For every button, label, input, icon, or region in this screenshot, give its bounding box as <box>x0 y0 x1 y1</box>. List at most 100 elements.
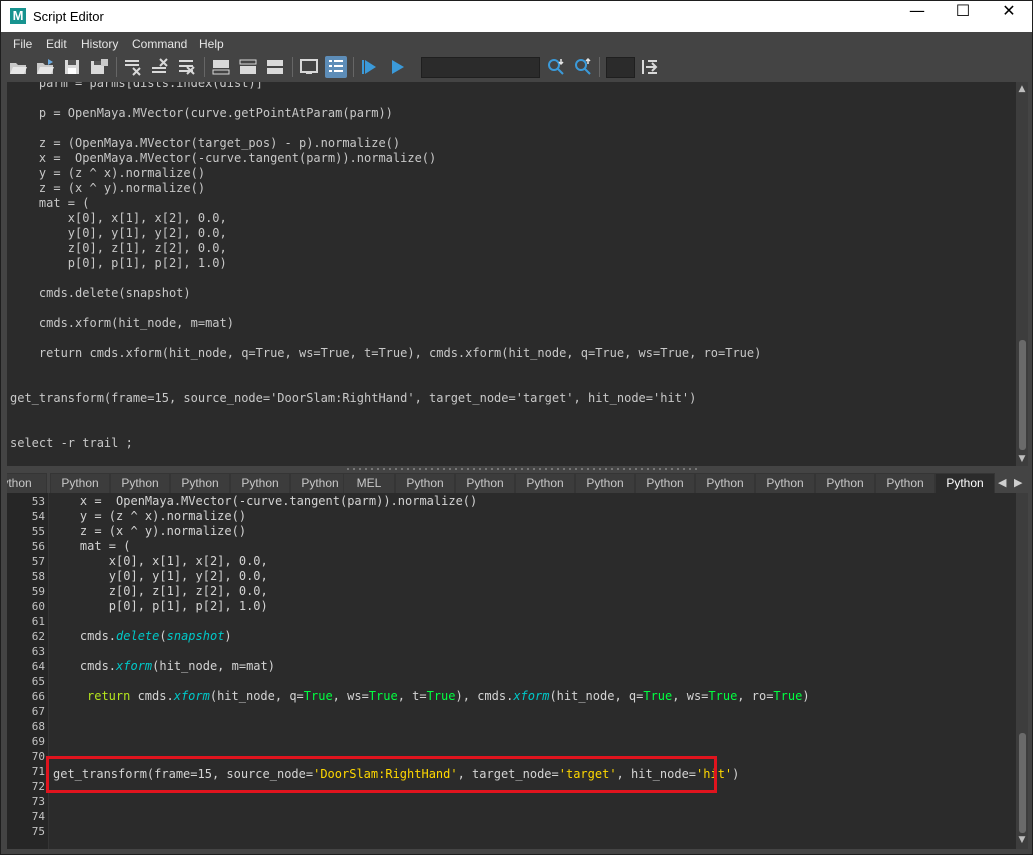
code-line: y[0], y[1], y[2], 0.0, <box>51 569 268 583</box>
tab-python[interactable]: Python <box>515 473 575 493</box>
history-line: select -r trail ; <box>10 436 133 450</box>
menu-edit[interactable]: Edit <box>46 37 67 51</box>
code-line: x[0], x[1], x[2], 0.0, <box>51 554 268 568</box>
goto-line-input[interactable] <box>606 57 635 78</box>
line-number: 56 <box>31 540 45 553</box>
menu-help[interactable]: Help <box>199 37 224 51</box>
tab-python[interactable]: Python <box>395 473 455 493</box>
show-both-icon[interactable] <box>264 56 286 78</box>
toolbar <box>1 54 1032 80</box>
history-line: get_transform(frame=15, source_node='Doo… <box>10 391 697 405</box>
editor-scroll-thumb[interactable] <box>1019 733 1026 833</box>
scroll-up-icon[interactable]: ▲ <box>1015 82 1029 96</box>
history-pane[interactable]: parm = parms[dists.index(dist)] p = Open… <box>7 82 1016 466</box>
source-script-icon[interactable] <box>34 56 56 78</box>
line-number-gutter: 53 54 55 56 57 58 59 60 61 62 63 64 65 6… <box>7 493 49 849</box>
tab-scroll-right-icon[interactable]: ▶ <box>1014 476 1022 489</box>
menu-history[interactable]: History <box>81 37 118 51</box>
clear-history-icon[interactable] <box>122 56 144 78</box>
code-token-function: xform <box>116 659 153 673</box>
code-line: return cmds.xform(hit_node, q=True, ws=T… <box>87 689 810 704</box>
history-line: parm = parms[dists.index(dist)] <box>10 82 263 90</box>
line-number: 68 <box>31 720 45 733</box>
line-number: 63 <box>31 645 45 658</box>
tab-python[interactable]: Python <box>875 473 935 493</box>
line-numbers-toggle-icon[interactable] <box>325 56 347 78</box>
code-line: p[0], p[1], p[2], 1.0) <box>51 599 268 613</box>
echo-commands-icon[interactable] <box>298 56 320 78</box>
tab-python[interactable]: Python <box>755 473 815 493</box>
line-number: 66 <box>31 690 45 703</box>
history-scroll-thumb[interactable] <box>1019 340 1026 450</box>
code-token-boolean: True <box>303 689 333 703</box>
menu-command[interactable]: Command <box>132 37 187 51</box>
toolbar-separator <box>353 57 354 77</box>
line-number: 62 <box>31 630 45 643</box>
history-line: z = (x ^ y).normalize() <box>10 181 206 195</box>
history-line: mat = ( <box>10 196 90 210</box>
toolbar-separator <box>292 57 293 77</box>
code-token: cmds. <box>130 689 174 703</box>
tab-python[interactable]: Python <box>290 473 350 493</box>
tab-python[interactable]: Python <box>575 473 635 493</box>
code-token: (hit_node, m=mat) <box>152 659 275 673</box>
tab-scroll-left-icon[interactable]: ◀ <box>998 476 1006 489</box>
code-line: x = OpenMaya.MVector(-curve.tangent(parm… <box>51 494 478 508</box>
line-number: 69 <box>31 735 45 748</box>
pane-splitter[interactable] <box>7 466 1027 473</box>
script-input-editor[interactable]: 53 54 55 56 57 58 59 60 61 62 63 64 65 6… <box>7 493 1016 849</box>
code-line: y = (z ^ x).normalize() <box>51 509 247 523</box>
tab-python[interactable]: Python <box>695 473 755 493</box>
tab-python[interactable]: Python <box>815 473 875 493</box>
tab-python[interactable]: ython <box>7 473 47 493</box>
tab-python[interactable]: Python <box>50 473 110 493</box>
code-token-keyword: return <box>87 689 131 703</box>
code-token: , ws= <box>672 689 709 703</box>
goto-line-icon[interactable] <box>639 56 661 78</box>
history-scrollbar[interactable]: ▲ ▼ <box>1016 82 1028 466</box>
history-line: y = (z ^ x).normalize() <box>10 166 206 180</box>
menu-bar: File Edit History Command Help <box>1 32 1032 54</box>
history-line: p[0], p[1], p[2], 1.0) <box>10 256 227 270</box>
tab-python[interactable]: Python <box>110 473 170 493</box>
tab-python[interactable]: Python <box>230 473 290 493</box>
save-script-to-shelf-icon[interactable] <box>88 56 110 78</box>
tab-python-active[interactable]: Python <box>935 473 995 493</box>
code-token: , ws= <box>332 689 369 703</box>
show-history-icon[interactable] <box>210 56 232 78</box>
tab-python[interactable]: Python <box>635 473 695 493</box>
tab-python[interactable]: Python <box>455 473 515 493</box>
code-token: ( <box>159 629 167 643</box>
script-editor-window: M Script Editor — ☐ ✕ File Edit History … <box>0 0 1033 855</box>
menu-file[interactable]: File <box>13 37 32 51</box>
open-script-icon[interactable] <box>7 56 29 78</box>
tab-python[interactable]: Python <box>170 473 230 493</box>
code-line: z[0], z[1], z[2], 0.0, <box>51 584 268 598</box>
history-line: return cmds.xform(hit_node, q=True, ws=T… <box>10 346 762 360</box>
line-number: 53 <box>31 495 45 508</box>
show-input-icon[interactable] <box>237 56 259 78</box>
execute-icon[interactable] <box>386 56 408 78</box>
line-number: 64 <box>31 660 45 673</box>
clear-input-icon[interactable] <box>149 56 171 78</box>
clear-all-icon[interactable] <box>176 56 198 78</box>
search-down-icon[interactable] <box>545 56 567 78</box>
history-line: cmds.xform(hit_node, m=mat) <box>10 316 234 330</box>
scroll-down-icon[interactable]: ▼ <box>1015 833 1029 847</box>
search-up-icon[interactable] <box>572 56 594 78</box>
line-number: 55 <box>31 525 45 538</box>
minimize-button[interactable]: — <box>894 1 940 32</box>
code-line: cmds.xform(hit_node, m=mat) <box>51 659 275 674</box>
maximize-button[interactable]: ☐ <box>940 1 986 32</box>
tab-mel[interactable]: MEL <box>343 473 395 493</box>
line-number: 74 <box>31 810 45 823</box>
search-input[interactable] <box>421 57 540 78</box>
save-script-icon[interactable] <box>61 56 83 78</box>
code-token: , t= <box>397 689 427 703</box>
code-token-argument: snapshot <box>166 629 225 643</box>
close-button[interactable]: ✕ <box>986 1 1032 32</box>
editor-scrollbar[interactable]: ▼ <box>1016 493 1028 849</box>
line-number: 58 <box>31 570 45 583</box>
execute-all-icon[interactable] <box>359 56 381 78</box>
scroll-down-icon[interactable]: ▼ <box>1015 452 1029 466</box>
